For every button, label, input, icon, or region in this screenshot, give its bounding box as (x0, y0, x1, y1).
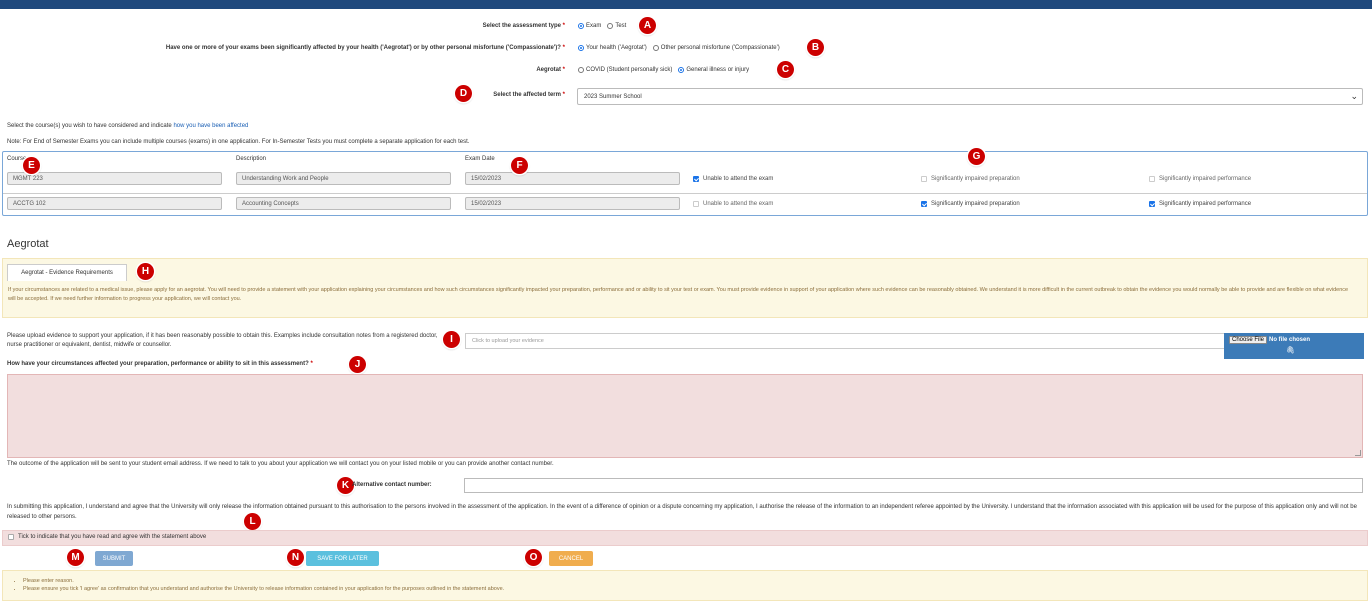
radio-exam[interactable]: Exam (578, 23, 601, 29)
affected-by-radio-group: Your health ('Aegrotat') Other personal … (578, 45, 786, 51)
aegrotat-type-radio-group: COVID (Student personally sick) General … (578, 67, 755, 73)
marker-j: J (349, 356, 366, 373)
course-instruction: Select the course(s) you wish to have co… (7, 123, 249, 129)
aegrotat-type-label: Aegrotat * (536, 67, 565, 73)
how-affected-link[interactable]: how you have been affected (173, 123, 248, 129)
submit-button[interactable]: SUBMIT (95, 551, 133, 566)
header-exam-date: Exam Date (465, 156, 495, 162)
paperclip-icon: 🖇 (1286, 347, 1295, 354)
course-table: Course Description Exam Date MGMT 223 Un… (2, 151, 1368, 216)
resize-handle[interactable] (1355, 450, 1361, 456)
course-note: Note: For End of Semester Exams you can … (7, 139, 470, 145)
row2-impaired-performance-checkbox[interactable]: Significantly impaired performance (1149, 201, 1251, 207)
header-bar (0, 0, 1372, 9)
marker-h: H (137, 263, 154, 280)
section-title-aegrotat: Aegrotat (7, 238, 49, 250)
no-file-label: No file chosen (1269, 337, 1311, 343)
marker-m: M (67, 549, 84, 566)
cancel-button[interactable]: CANCEL (549, 551, 593, 566)
agree-checkbox[interactable]: Tick to indicate that you have read and … (8, 534, 206, 540)
outcome-note: The outcome of the application will be s… (7, 461, 554, 467)
marker-o: O (525, 549, 542, 566)
tab-evidence-requirements[interactable]: Aegrotat - Evidence Requirements (7, 264, 127, 281)
marker-e: E (23, 157, 40, 174)
upload-evidence-label: Please upload evidence to support your a… (7, 333, 438, 348)
chevron-down-icon: ⌄ (1350, 91, 1358, 101)
term-label: Select the affected term * (493, 92, 565, 98)
term-select[interactable]: 2023 Summer School ⌄ (577, 88, 1363, 105)
authorisation-statement: In submitting this application, I unders… (7, 504, 1357, 520)
term-select-value: 2023 Summer School (584, 93, 642, 100)
course-date-cell: 15/02/2023 (465, 172, 680, 185)
course-description-cell: Understanding Work and People (236, 172, 451, 185)
affected-by-label: Have one or more of your exams been sign… (165, 45, 565, 51)
course-date-cell: 15/02/2023 (465, 197, 680, 210)
save-for-later-button[interactable]: SAVE FOR LATER (306, 551, 379, 566)
alt-contact-label: Alternative contact number: (352, 482, 432, 488)
row-divider (3, 193, 1367, 194)
error-item: Please enter reason. (23, 577, 1367, 585)
reason-textarea[interactable] (7, 374, 1363, 458)
assessment-type-label: Select the assessment type * (482, 23, 565, 29)
assessment-type-radio-group: Exam Test (578, 23, 632, 29)
marker-i: I (443, 331, 460, 348)
radio-covid[interactable]: COVID (Student personally sick) (578, 67, 672, 73)
marker-a: A (639, 17, 656, 34)
radio-test[interactable]: Test (607, 23, 626, 29)
validation-errors-panel: Please enter reason. Please ensure you t… (2, 570, 1368, 601)
marker-l: L (244, 513, 261, 530)
course-code-cell: MGMT 223 (7, 172, 222, 185)
reason-label: How have your circumstances affected you… (7, 361, 313, 367)
radio-misfortune[interactable]: Other personal misfortune ('Compassionat… (652, 45, 780, 51)
row1-impaired-preparation-checkbox[interactable]: Significantly impaired preparation (921, 176, 1020, 182)
marker-f: F (511, 157, 528, 174)
choose-file-label: Choose File (1229, 336, 1268, 344)
radio-general-illness[interactable]: General illness or injury (678, 67, 749, 73)
radio-health[interactable]: Your health ('Aegrotat') (578, 45, 647, 51)
marker-n: N (287, 549, 304, 566)
choose-file-button[interactable]: Choose File No file chosen 🖇 (1224, 333, 1364, 359)
row1-impaired-performance-checkbox[interactable]: Significantly impaired performance (1149, 176, 1251, 182)
error-item: Please ensure you tick 'I agree' as conf… (23, 585, 1367, 593)
row1-unable-attend-checkbox[interactable]: Unable to attend the exam (693, 176, 773, 182)
agree-bar (2, 530, 1368, 546)
row2-impaired-preparation-checkbox[interactable]: Significantly impaired preparation (921, 201, 1020, 207)
marker-b: B (807, 39, 824, 56)
course-code-cell: ACCTG 102 (7, 197, 222, 210)
marker-c: C (777, 61, 794, 78)
marker-g: G (968, 148, 985, 165)
row2-unable-attend-checkbox[interactable]: Unable to attend the exam (693, 201, 773, 207)
upload-evidence-input[interactable]: Click to upload your evidence (465, 333, 1225, 349)
header-description: Description (236, 156, 267, 162)
evidence-requirements-text: If your circumstances are related to a m… (8, 287, 1349, 302)
alt-contact-input[interactable] (464, 478, 1363, 493)
agree-label: Tick to indicate that you have read and … (18, 534, 207, 540)
course-description-cell: Accounting Concepts (236, 197, 451, 210)
